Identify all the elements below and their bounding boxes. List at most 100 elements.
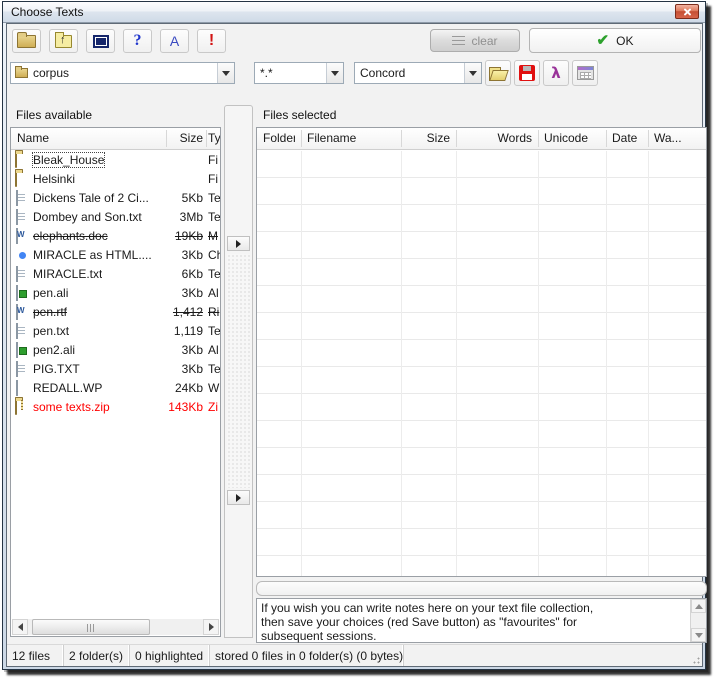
- files-selected-grid[interactable]: [257, 151, 706, 576]
- file-type: Al: [208, 286, 221, 300]
- column-folder[interactable]: Folder: [263, 131, 295, 145]
- favourites-name-field[interactable]: [256, 581, 707, 596]
- help-button[interactable]: ?: [123, 29, 152, 53]
- file-row[interactable]: PIG.TXT3KbTe: [11, 360, 220, 379]
- save-favourites-button[interactable]: [514, 60, 540, 86]
- files-available-header[interactable]: Name Size Ty: [11, 128, 220, 150]
- column-separator[interactable]: [456, 130, 457, 147]
- file-row[interactable]: elephants.doc19KbM: [11, 227, 220, 246]
- column-size[interactable]: Size: [151, 131, 203, 145]
- files-selected-header[interactable]: Folder Filename Size Words Unicode Date Wa...: [257, 128, 706, 150]
- column-size[interactable]: Size: [407, 131, 450, 145]
- file-row[interactable]: pen.rtf1,412Ri: [11, 303, 220, 322]
- column-separator[interactable]: [538, 130, 539, 147]
- column-unicode[interactable]: Unicode: [544, 131, 600, 145]
- file-row[interactable]: pen.txt1,119Te: [11, 322, 220, 341]
- scroll-left-button[interactable]: [12, 619, 28, 635]
- file-name: pen.txt: [33, 324, 69, 338]
- lambda-button[interactable]: λ: [543, 60, 569, 86]
- file-row[interactable]: MIRACLE as HTML....3KbCh: [11, 246, 220, 265]
- file-name: elephants.doc: [33, 229, 108, 243]
- column-name[interactable]: Name: [17, 131, 49, 145]
- file-name: MIRACLE.txt: [33, 267, 102, 281]
- text-file-icon: [16, 209, 18, 225]
- file-size: 3Kb: [149, 248, 203, 262]
- file-size: 19Kb: [149, 229, 203, 243]
- font-icon: A: [170, 33, 179, 49]
- file-row[interactable]: some texts.zip143KbZi: [11, 398, 220, 417]
- file-type: Fi: [208, 153, 221, 167]
- file-row[interactable]: Dombey and Son.txt3MbTe: [11, 208, 220, 227]
- spreadsheet-button[interactable]: [572, 60, 598, 86]
- file-row[interactable]: Dickens Tale of 2 Ci...5KbTe: [11, 189, 220, 208]
- ali-file-icon: [16, 342, 18, 358]
- clear-button-label: clear: [471, 34, 497, 48]
- file-row[interactable]: pen.ali3KbAl: [11, 284, 220, 303]
- status-bar: 12 files2 folder(s)0 highlightedstored 0…: [7, 644, 702, 666]
- blank-file-icon: [16, 380, 18, 396]
- tool-combobox[interactable]: Concord: [354, 62, 482, 84]
- column-separator[interactable]: [648, 130, 649, 147]
- file-pattern-arrow[interactable]: [326, 63, 343, 83]
- title-bar[interactable]: Choose Texts: [3, 2, 705, 23]
- strip-drag-area[interactable]: [227, 254, 250, 488]
- file-size: 143Kb: [149, 400, 203, 414]
- file-size: 1,119: [149, 324, 203, 338]
- text-file-icon: [16, 266, 18, 282]
- file-type: Al: [208, 343, 221, 357]
- clear-button[interactable]: clear: [430, 29, 520, 52]
- column-type[interactable]: Ty: [208, 131, 221, 145]
- scrollbar-track[interactable]: [28, 619, 203, 635]
- files-selected-table[interactable]: Folder Filename Size Words Unicode Date Wa...: [256, 127, 707, 577]
- transfer-strip[interactable]: [224, 105, 253, 638]
- arrow-left-icon: [18, 623, 23, 631]
- file-pattern-combobox[interactable]: *.*: [254, 62, 344, 84]
- folder-up-button[interactable]: [49, 29, 78, 53]
- files-available-list[interactable]: Name Size Ty Bleak_HouseFiHelsinkiFiDick…: [10, 127, 221, 637]
- file-row[interactable]: REDALL.WP24KbW: [11, 379, 220, 398]
- file-row[interactable]: Bleak_HouseFi: [11, 151, 220, 170]
- column-filename[interactable]: Filename: [307, 131, 395, 145]
- file-row[interactable]: HelsinkiFi: [11, 170, 220, 189]
- status-section: 2 folder(s): [64, 645, 130, 666]
- important-button[interactable]: !: [197, 29, 226, 53]
- close-button[interactable]: [675, 4, 699, 19]
- column-separator[interactable]: [166, 130, 167, 147]
- scroll-down-button[interactable]: [691, 628, 706, 642]
- horizontal-scrollbar[interactable]: [12, 619, 219, 635]
- resize-grip[interactable]: [688, 652, 700, 664]
- file-type: Te: [208, 267, 221, 281]
- view-button[interactable]: [86, 29, 115, 53]
- column-words[interactable]: Words: [462, 131, 532, 145]
- folder-up-icon: [55, 35, 72, 48]
- column-separator[interactable]: [206, 130, 207, 147]
- close-icon: [683, 7, 692, 16]
- column-separator[interactable]: [301, 130, 302, 147]
- folder-file-icon: [15, 171, 17, 187]
- file-row[interactable]: MIRACLE.txt 6Kb Te: [11, 265, 220, 284]
- move-right-button-top[interactable]: [227, 236, 250, 251]
- open-favourites-button[interactable]: [485, 60, 511, 86]
- file-row[interactable]: pen2.ali3KbAl: [11, 341, 220, 360]
- file-type: Ri: [208, 305, 221, 319]
- ok-button[interactable]: ✔ OK: [529, 28, 701, 53]
- scroll-up-button[interactable]: [691, 599, 706, 613]
- folder-button[interactable]: [12, 29, 41, 53]
- file-name: PIG.TXT: [33, 362, 80, 376]
- scroll-right-button[interactable]: [203, 619, 219, 635]
- column-wa[interactable]: Wa...: [654, 131, 701, 145]
- scrollbar-thumb[interactable]: [32, 619, 150, 635]
- important-icon: !: [209, 32, 214, 50]
- notes-scrollbar[interactable]: [690, 599, 706, 642]
- notes-box[interactable]: If you wish you can write notes here on …: [256, 598, 707, 643]
- column-separator[interactable]: [401, 130, 402, 147]
- move-right-button-bottom[interactable]: [227, 490, 250, 505]
- tool-combobox-arrow[interactable]: [464, 63, 481, 83]
- font-button[interactable]: A: [160, 29, 189, 53]
- folder-combobox-arrow[interactable]: [217, 63, 234, 83]
- file-size: 6Kb: [149, 267, 203, 281]
- column-separator[interactable]: [606, 130, 607, 147]
- help-icon: ?: [134, 32, 142, 50]
- folder-combobox[interactable]: corpus: [10, 62, 235, 84]
- column-date[interactable]: Date: [612, 131, 642, 145]
